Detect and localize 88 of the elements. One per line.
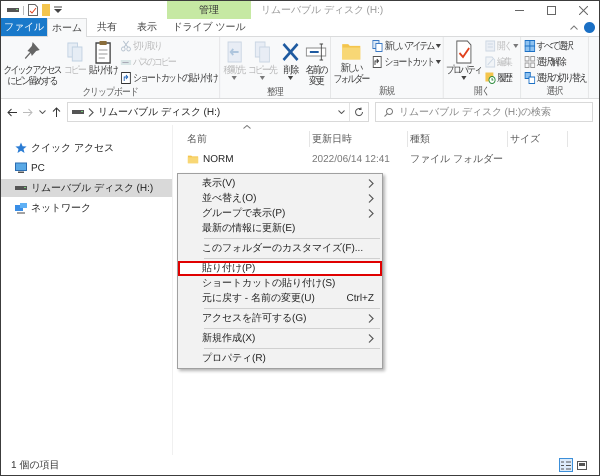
customize-icon — [54, 6, 62, 14]
menu-item[interactable]: グループで表示(P) — [178, 206, 382, 221]
folder-icon — [187, 153, 199, 165]
ribbon-button[interactable]: 選択の切り替え — [524, 71, 586, 85]
ribbon-button[interactable]: ショートカット — [372, 55, 441, 69]
large-icons-view-button[interactable] — [575, 458, 589, 472]
column-header[interactable]: 名前 — [185, 131, 310, 147]
details-icon — [561, 460, 571, 470]
dropdown-icon — [39, 110, 46, 114]
ribbon-button[interactable]: 新しい フォルダー — [332, 39, 370, 85]
column-header[interactable]: 更新日時 — [310, 131, 408, 147]
document-check-icon — [28, 4, 38, 16]
select-none-icon — [524, 56, 535, 68]
menu-item[interactable]: 新規作成(X) — [178, 331, 382, 346]
modified-date: 2022/06/14 12:41 — [311, 152, 391, 166]
menu-item[interactable]: プロパティ(R) — [178, 351, 382, 366]
forward-arrow-icon — [23, 108, 33, 116]
context-tab-label: 管理 — [167, 1, 251, 19]
menu-item[interactable]: 最新の情報に更新(E) — [178, 221, 382, 236]
dropdown-icon — [338, 110, 345, 114]
menu-item[interactable]: 貼り付け(P) — [178, 261, 382, 276]
select-all-icon — [524, 40, 535, 52]
navigation-item[interactable]: クイック アクセス — [1, 139, 172, 157]
computer-icon — [15, 162, 27, 174]
preview-icon — [577, 460, 587, 470]
menu-item[interactable]: このフォルダーのカスタマイズ(F)... — [178, 241, 382, 256]
ribbon-button[interactable]: 削除 — [278, 39, 303, 80]
navigation-item[interactable]: PC — [1, 159, 172, 177]
address-path: リムーバブル ディスク (H:) — [98, 106, 220, 120]
history-icon — [484, 72, 496, 84]
menu-item[interactable]: 並べ替え(O) — [178, 191, 382, 206]
ribbon-button[interactable]: 新しいアイテム — [372, 39, 441, 53]
collapse-icon — [570, 25, 578, 30]
ribbon-tab[interactable]: ホーム — [47, 18, 87, 37]
edit-icon — [484, 56, 496, 68]
ribbon-button[interactable]: ショートカットの貼り付け — [120, 71, 218, 85]
address-bar[interactable]: リムーバブル ディスク (H:) — [67, 102, 369, 122]
navigation-item[interactable]: ネットワーク — [1, 199, 172, 217]
network-icon — [15, 202, 27, 214]
drive-icon — [7, 7, 19, 13]
ribbon-button[interactable]: 名前の 変更 — [304, 39, 328, 87]
new-item-icon — [372, 40, 383, 52]
drive-icon — [15, 185, 27, 191]
sort-caret-icon — [243, 125, 251, 129]
folder-icon — [42, 4, 50, 16]
status-text: 1 個の項目 — [11, 458, 60, 472]
ribbon-button[interactable]: 履歴 — [484, 71, 518, 85]
menu-item[interactable]: 元に戻す - 名前の変更(U) Ctrl+Z — [178, 291, 382, 306]
shortcut-icon — [372, 56, 383, 68]
chevron-icon — [88, 108, 94, 116]
open-icon — [484, 40, 496, 52]
up-arrow-icon — [52, 107, 61, 117]
menu-item[interactable]: アクセスを許可する(G) — [178, 311, 382, 326]
maximize-icon — [546, 6, 556, 14]
search-field[interactable]: リムーバブル ディスク (H:)の検索 — [375, 102, 593, 122]
ribbon-button[interactable]: クイック アクセス にピン留めする — [2, 39, 62, 87]
file-name: NORM — [203, 152, 234, 166]
group-label: 開く — [474, 86, 490, 98]
ribbon-tab[interactable]: 表示 — [127, 18, 167, 36]
menu-item[interactable]: ショートカットの貼り付け(S) — [178, 276, 382, 291]
file-type: ファイル フォルダー — [409, 152, 501, 166]
group-label: 選択 — [546, 86, 562, 98]
ribbon-button[interactable]: すべて選択 — [524, 39, 586, 53]
group-label: クリップボード — [82, 87, 138, 98]
drive-icon — [72, 109, 84, 115]
star-icon — [15, 142, 27, 154]
menu-item[interactable]: 表示(V) — [178, 176, 382, 191]
back-arrow-icon — [7, 108, 17, 116]
refresh-icon — [354, 107, 364, 117]
group-label: 新規 — [378, 86, 395, 98]
close-icon — [578, 6, 588, 14]
ribbon-button[interactable]: 選択解除 — [524, 55, 586, 69]
help-icon — [584, 22, 595, 33]
column-header[interactable]: サイズ — [508, 131, 568, 147]
group-label: 整理 — [267, 87, 283, 98]
ribbon-button[interactable]: プロパティ — [445, 39, 482, 80]
column-header[interactable]: 種類 — [408, 131, 508, 147]
ribbon-tab[interactable]: ドライブ ツール — [167, 18, 251, 36]
shortcut-icon — [120, 72, 132, 84]
search-icon — [384, 108, 393, 116]
invert-selection-icon — [524, 72, 535, 84]
details-view-button[interactable] — [559, 458, 573, 472]
scissors-icon — [120, 40, 132, 52]
window-title: リムーバブル ディスク (H:) — [261, 4, 384, 18]
ribbon-button[interactable]: 貼り付け — [88, 39, 118, 76]
navigation-item[interactable]: リムーバブル ディスク (H:) — [1, 179, 172, 197]
ribbon-tab[interactable]: ファイル — [1, 18, 47, 36]
ribbon-tab[interactable]: 共有 — [87, 18, 127, 36]
